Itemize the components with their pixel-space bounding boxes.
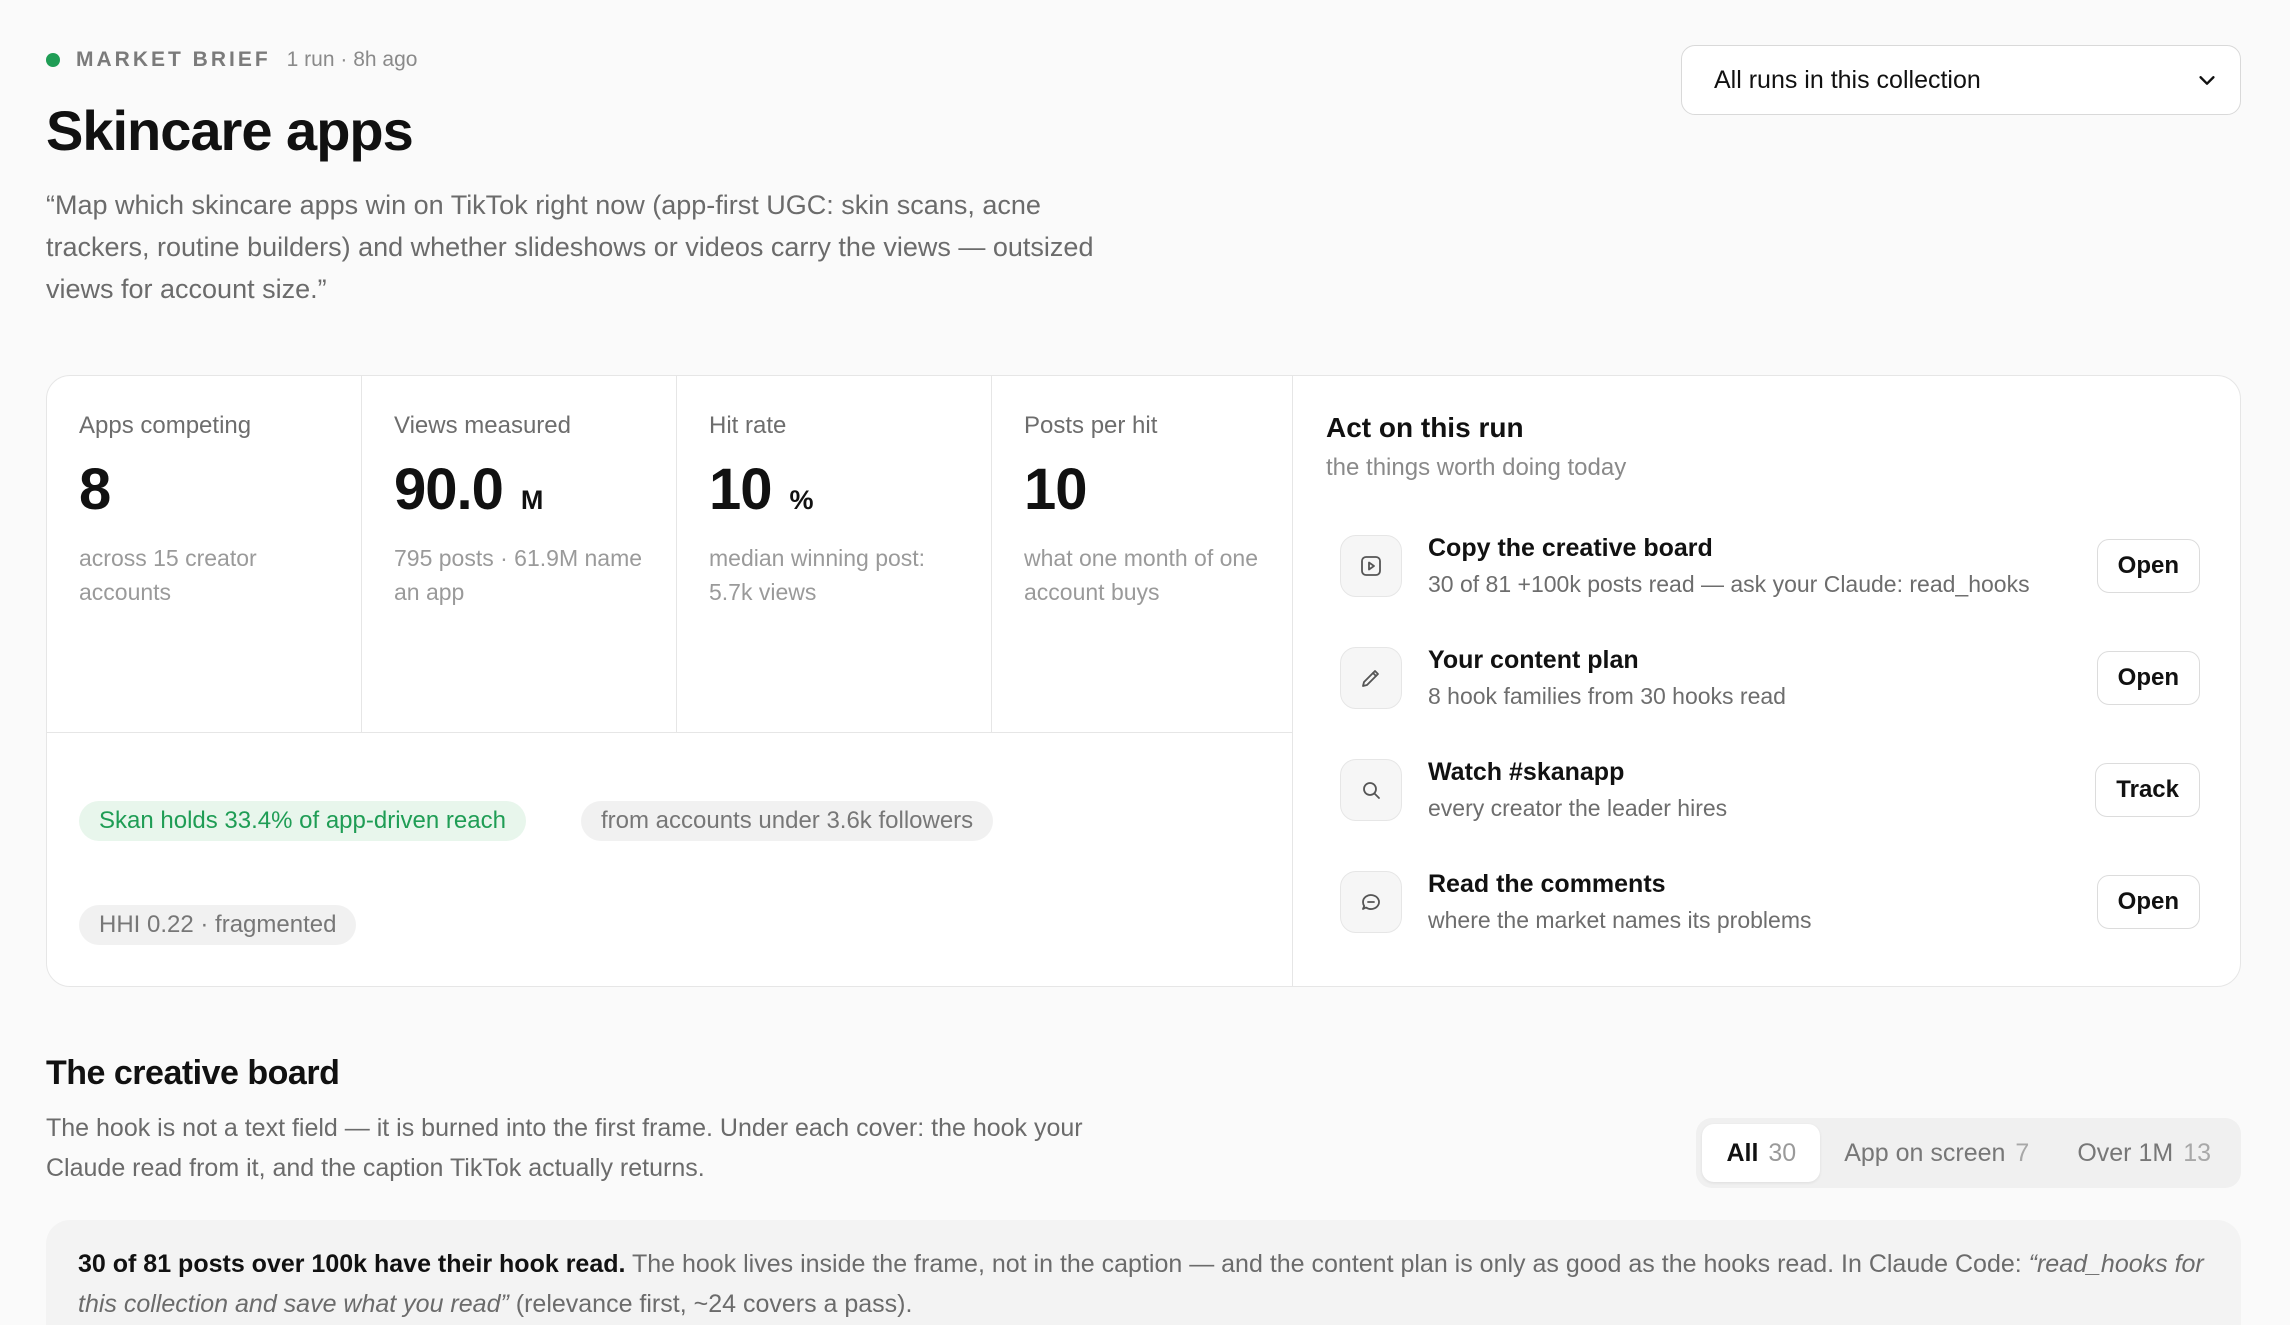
act-item-desc: where the market names its problems [1428, 907, 1812, 933]
chevron-down-icon [2199, 76, 2215, 85]
stat-number: 8 [79, 457, 111, 522]
chat-bubble-icon [1340, 871, 1402, 933]
stat-views-measured: Views measured 90.0 M 795 posts · 61.9M n… [362, 376, 677, 732]
stat-row: Apps competing 8 across 15 creator accou… [47, 376, 1293, 733]
tab-count: 7 [2015, 1138, 2030, 1167]
act-title: Act on this run [1326, 412, 1524, 443]
notice-text: The hook lives inside the frame, not in … [625, 1250, 2029, 1278]
creative-board-desc: The hook is not a text field — it is bur… [46, 1114, 1083, 1182]
tab-label: App on screen [1844, 1138, 2006, 1167]
insight-chips: Skan holds 33.4% of app-driven reach fro… [47, 733, 1293, 986]
stat-value: 10% [709, 456, 959, 523]
tab-app-on-screen[interactable]: App on screen 7 [1820, 1124, 2053, 1182]
stat-label: Posts per hit [1024, 412, 1158, 439]
tab-label: Over 1M [2077, 1138, 2174, 1167]
stat-value: 10 [1024, 456, 1274, 523]
brief-prompt: “Map which skincare apps win on TikTok r… [46, 190, 1094, 304]
act-item-name: Your content plan [1428, 646, 1639, 674]
act-item-desc: 30 of 81 +100k posts read — ask your Cla… [1428, 571, 2030, 597]
open-creative-board-button[interactable]: Open [2096, 539, 2200, 593]
tab-count: 30 [1768, 1138, 1797, 1167]
market-brief-page: MARKET BRIEF 1 run · 8h ago Skincare app… [46, 0, 2241, 1325]
act-subtitle: the things worth doing today [1326, 454, 1627, 481]
act-item-read-comments: Read the comments where the market names… [1340, 862, 2200, 942]
stat-label: Hit rate [709, 412, 787, 439]
search-icon [1340, 759, 1402, 821]
eyebrow: MARKET BRIEF 1 run · 8h ago [46, 48, 417, 72]
stat-posts-per-hit: Posts per hit 10 what one month of one a… [992, 376, 1306, 732]
page-title: Skincare apps [46, 99, 414, 162]
eyebrow-meta: 1 run · 8h ago [286, 48, 418, 71]
act-item-text: Read the comments where the market names… [1428, 870, 2097, 934]
notice-strong: 30 of 81 posts over 100k have their hook… [78, 1250, 626, 1278]
tab-over-1m[interactable]: Over 1M 13 [2053, 1124, 2235, 1182]
stat-note: across 15 creator accounts [79, 545, 257, 605]
stat-value: 8 [79, 456, 329, 523]
stat-hit-rate: Hit rate 10% median winning post: 5.7k v… [677, 376, 992, 732]
open-content-plan-button[interactable]: Open [2096, 651, 2200, 705]
board-filter-tabs: All 30 App on screen 7 Over 1M 13 [1696, 1118, 2241, 1188]
hooks-notice: 30 of 81 posts over 100k have their hook… [46, 1220, 2241, 1325]
reach-chip: Skan holds 33.4% of app-driven reach [79, 801, 526, 841]
status-dot-icon [46, 53, 60, 67]
act-item-text: Copy the creative board 30 of 81 +100k p… [1428, 534, 2097, 598]
act-item-watch-hashtag: Watch #skanapp every creator the leader … [1340, 750, 2200, 830]
act-item-name: Copy the creative board [1428, 534, 1713, 562]
stat-label: Apps competing [79, 412, 252, 439]
tab-label: All [1726, 1138, 1759, 1167]
act-item-text: Watch #skanapp every creator the leader … [1428, 758, 2095, 822]
stat-apps-competing: Apps competing 8 across 15 creator accou… [47, 376, 362, 732]
stat-number: 10 [1024, 457, 1088, 522]
tab-count: 13 [2183, 1138, 2211, 1167]
followers-chip: from accounts under 3.6k followers [581, 801, 994, 841]
eyebrow-label: MARKET BRIEF [76, 48, 271, 71]
stat-label: Views measured [394, 412, 571, 439]
run-select-value: All runs in this collection [1714, 65, 1981, 94]
act-item-creative-board: Copy the creative board 30 of 81 +100k p… [1340, 526, 2200, 606]
stats-panel: Apps competing 8 across 15 creator accou… [47, 376, 1293, 986]
act-item-content-plan: Your content plan 8 hook families from 3… [1340, 638, 2200, 718]
open-comments-button[interactable]: Open [2096, 875, 2200, 929]
stat-unit: % [789, 485, 814, 515]
creative-board-title: The creative board [46, 1054, 340, 1092]
act-panel: Act on this run the things worth doing t… [1294, 376, 2240, 986]
stat-note: 795 posts · 61.9M name an app [394, 545, 643, 605]
act-item-name: Read the comments [1428, 870, 1666, 898]
act-item-name: Watch #skanapp [1428, 758, 1625, 786]
tab-all[interactable]: All 30 [1702, 1124, 1821, 1182]
stat-note: what one month of one account buys [1024, 545, 1258, 605]
stat-note: median winning post: 5.7k views [709, 545, 926, 605]
stat-unit: M [520, 485, 543, 515]
run-select[interactable]: All runs in this collection [1681, 45, 2241, 115]
play-square-icon [1340, 535, 1402, 597]
notice-tail: (relevance first, ~24 covers a pass). [508, 1290, 913, 1318]
stat-number: 10 [709, 457, 773, 522]
stat-number: 90.0 [394, 457, 504, 522]
pencil-icon [1340, 647, 1402, 709]
stats-card: Apps competing 8 across 15 creator accou… [46, 375, 2241, 987]
hhi-chip: HHI 0.22 · fragmented [79, 905, 357, 945]
track-hashtag-button[interactable]: Track [2095, 763, 2200, 817]
act-item-desc: every creator the leader hires [1428, 795, 1728, 821]
act-item-text: Your content plan 8 hook families from 3… [1428, 646, 2097, 710]
act-item-desc: 8 hook families from 30 hooks read [1428, 683, 1786, 709]
stat-value: 90.0 M [394, 456, 644, 523]
